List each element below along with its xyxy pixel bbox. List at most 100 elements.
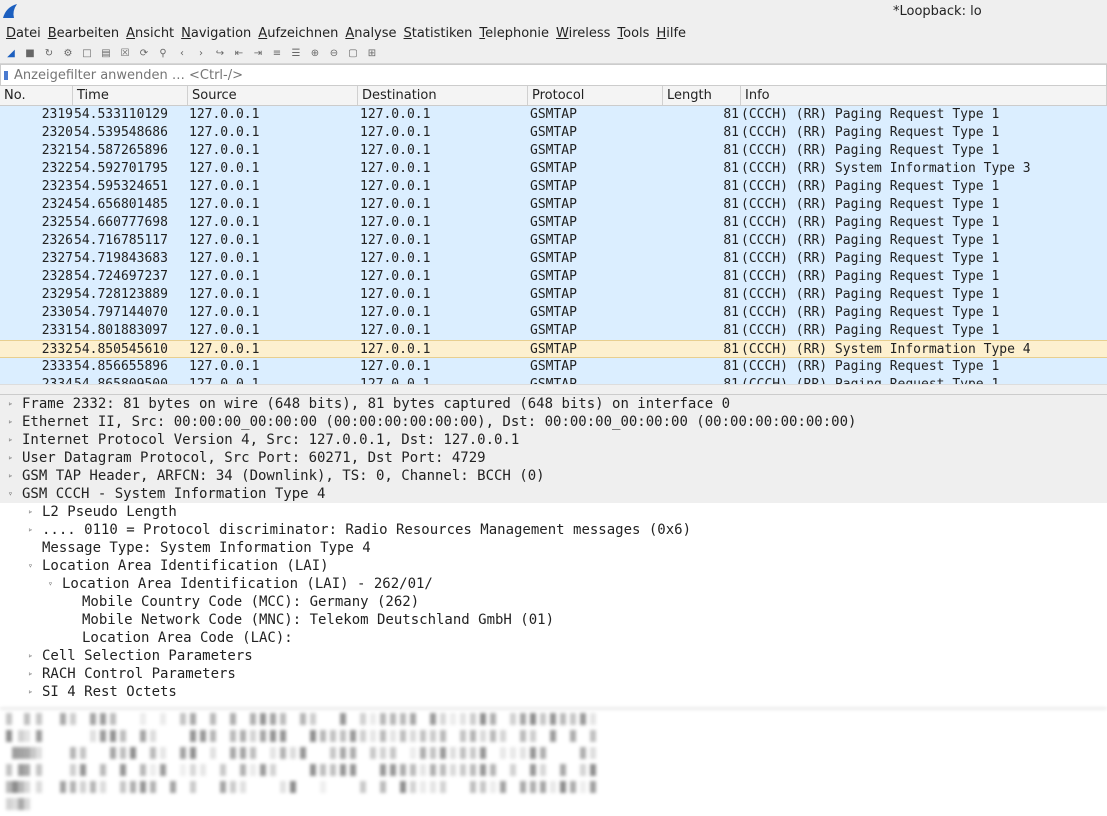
detail-item[interactable]: ▹ Internet Protocol Version 4, Src: 127.0… [0, 431, 1107, 449]
packet-row[interactable]: 2327 54.719843683 127.0.0.1 127.0.0.1 GSMTAP… [0, 250, 1107, 268]
detail-item[interactable]: ▿ Location Area Identification (LAI) - 26… [0, 575, 1107, 593]
expand-arrow-down-icon[interactable]: ▿ [8, 485, 13, 503]
expand-arrow-down-icon[interactable]: ▿ [48, 575, 53, 593]
close-file-icon[interactable]: ☒ [118, 47, 132, 61]
packet-row[interactable]: 2333 54.856655896 127.0.0.1 127.0.0.1 GSMTAP… [0, 358, 1107, 376]
menu-navigation[interactable]: Navigation [181, 24, 251, 44]
menu-analyse[interactable]: Analyse [345, 24, 396, 44]
packet-row[interactable]: 2325 54.660777698 127.0.0.1 127.0.0.1 GSMTAP… [0, 214, 1107, 232]
zoom-out-icon[interactable]: ⊖ [327, 47, 341, 61]
save-icon[interactable]: ▤ [99, 47, 113, 61]
column-header-source[interactable]: Source [188, 86, 358, 105]
packet-row[interactable]: 2323 54.595324651 127.0.0.1 127.0.0.1 GSMTAP… [0, 178, 1107, 196]
packet-row[interactable]: 2328 54.724697237 127.0.0.1 127.0.0.1 GSMTAP… [0, 268, 1107, 286]
restart-capture-icon[interactable]: ↻ [42, 47, 56, 61]
autoscroll-icon[interactable]: ≡ [270, 47, 284, 61]
menu-statistiken[interactable]: Statistiken [404, 24, 473, 44]
last-icon[interactable]: ⇥ [251, 47, 265, 61]
detail-item[interactable]: ▹ User Datagram Protocol, Src Port: 60271… [0, 449, 1107, 467]
open-icon[interactable]: □ [80, 47, 94, 61]
find-icon[interactable]: ⚲ [156, 47, 170, 61]
expand-arrow-right-icon[interactable]: ▹ [28, 521, 33, 539]
hex-byte-blurred [530, 747, 536, 759]
detail-item[interactable]: Mobile Country Code (MCC): Germany (262) [0, 593, 1107, 611]
column-header-length[interactable]: Length [663, 86, 741, 105]
packet-row[interactable]: 2332 54.850545610 127.0.0.1 127.0.0.1 GSMTAP… [0, 340, 1107, 358]
detail-item[interactable]: Message Type: System Information Type 4 [0, 539, 1107, 557]
zoom-in-icon[interactable]: ⊕ [308, 47, 322, 61]
capture-options-icon[interactable]: ⚙ [61, 47, 75, 61]
expand-arrow-right-icon[interactable]: ▹ [8, 395, 13, 413]
detail-item[interactable]: ▹ RACH Control Parameters [0, 665, 1107, 683]
expand-arrow-down-icon[interactable]: ▿ [28, 557, 33, 575]
menu-bearbeiten[interactable]: Bearbeiten [48, 24, 119, 44]
expand-arrow-right-icon[interactable]: ▹ [28, 683, 33, 701]
expand-arrow-right-icon[interactable]: ▹ [28, 503, 33, 521]
menu-ansicht[interactable]: Ansicht [126, 24, 174, 44]
detail-item[interactable]: ▹ Ethernet II, Src: 00:00:00_00:00:00 (00… [0, 413, 1107, 431]
packet-row[interactable]: 233454.865809500127.0.0.1127.0.0.1GSMTAP… [0, 376, 1107, 384]
hex-byte-blurred [480, 747, 486, 759]
pane-splitter[interactable] [0, 384, 1107, 394]
detail-item[interactable]: ▹ Frame 2332: 81 bytes on wire (648 bits)… [0, 395, 1107, 413]
cell-destination: 127.0.0.1 [360, 269, 431, 284]
menu-telephonie[interactable]: Telephonie [479, 24, 549, 44]
packet-bytes-pane[interactable] [0, 708, 1107, 816]
stop-capture-icon[interactable]: ■ [23, 47, 37, 61]
detail-item[interactable]: Mobile Network Code (MNC): Telekom Deuts… [0, 611, 1107, 629]
hex-byte-blurred [60, 781, 66, 793]
hex-byte-blurred [140, 713, 146, 725]
expand-arrow-right-icon[interactable]: ▹ [8, 431, 13, 449]
hex-byte-blurred [460, 713, 466, 725]
detail-item[interactable]: ▹ SI 4 Rest Octets [0, 683, 1107, 701]
menu-hilfe[interactable]: Hilfe [656, 24, 686, 44]
colorize-icon[interactable]: ☰ [289, 47, 303, 61]
cell-destination: 127.0.0.1 [360, 161, 431, 176]
back-icon[interactable]: ‹ [175, 47, 189, 61]
packet-details-tree[interactable]: ▹ Frame 2332: 81 bytes on wire (648 bits)… [0, 394, 1107, 706]
column-header-no[interactable]: No. [0, 86, 73, 105]
column-header-protocol[interactable]: Protocol [528, 86, 663, 105]
expand-arrow-right-icon[interactable]: ▹ [8, 467, 13, 485]
column-header-info[interactable]: Info [741, 86, 1107, 105]
menu-datei[interactable]: Datei [6, 24, 41, 44]
detail-item[interactable]: ▿ GSM CCCH - System Information Type 4 [0, 485, 1107, 503]
expand-arrow-right-icon[interactable]: ▹ [28, 647, 33, 665]
menu-aufzeichnen[interactable]: Aufzeichnen [258, 24, 338, 44]
menu-tools[interactable]: Tools [617, 24, 649, 44]
expand-arrow-right-icon[interactable]: ▹ [8, 449, 13, 467]
start-capture-icon[interactable]: ◢ [4, 47, 18, 61]
packet-row[interactable]: 2321 54.587265896 127.0.0.1 127.0.0.1 GSMTAP… [0, 142, 1107, 160]
packet-list[interactable]: 2319 54.533110129 127.0.0.1 127.0.0.1 GSMTAP… [0, 106, 1107, 384]
display-filter-input[interactable] [14, 67, 1014, 83]
packet-row[interactable]: 2330 54.797144070 127.0.0.1 127.0.0.1 GSMTAP… [0, 304, 1107, 322]
detail-item[interactable]: ▹ .... 0110 = Protocol discriminator: Rad… [0, 521, 1107, 539]
detail-item[interactable]: ▹ GSM TAP Header, ARFCN: 34 (Downlink), T… [0, 467, 1107, 485]
column-header-time[interactable]: Time [73, 86, 188, 105]
goto-icon[interactable]: ↪ [213, 47, 227, 61]
detail-text: Internet Protocol Version 4, Src: 127.0.… [22, 432, 520, 448]
column-header-destination[interactable]: Destination [358, 86, 528, 105]
detail-item[interactable]: ▹ Cell Selection Parameters [0, 647, 1107, 665]
normal-size-icon[interactable]: ▢ [346, 47, 360, 61]
packet-row[interactable]: 2326 54.716785117 127.0.0.1 127.0.0.1 GSMTAP… [0, 232, 1107, 250]
menu-wireless[interactable]: Wireless [556, 24, 610, 44]
resize-columns-icon[interactable]: ⊞ [365, 47, 379, 61]
cell-time: 54.724697237 [74, 269, 168, 284]
detail-item[interactable]: ▿ Location Area Identification (LAI) [0, 557, 1107, 575]
detail-item[interactable]: Location Area Code (LAC): [0, 629, 1107, 647]
packet-row[interactable]: 2319 54.533110129 127.0.0.1 127.0.0.1 GSMTAP… [0, 106, 1107, 124]
packet-row[interactable]: 2322 54.592701795 127.0.0.1 127.0.0.1 GSMTAP… [0, 160, 1107, 178]
bookmark-icon[interactable] [4, 70, 8, 80]
expand-arrow-right-icon[interactable]: ▹ [28, 665, 33, 683]
expand-arrow-right-icon[interactable]: ▹ [8, 413, 13, 431]
packet-row[interactable]: 2324 54.656801485 127.0.0.1 127.0.0.1 GSMTAP… [0, 196, 1107, 214]
packet-row[interactable]: 2320 54.539548686 127.0.0.1 127.0.0.1 GSMTAP… [0, 124, 1107, 142]
packet-row[interactable]: 2331 54.801883097 127.0.0.1 127.0.0.1 GSMTAP… [0, 322, 1107, 340]
forward-icon[interactable]: › [194, 47, 208, 61]
reload-icon[interactable]: ⟳ [137, 47, 151, 61]
hex-byte-blurred [280, 747, 286, 759]
packet-row[interactable]: 2329 54.728123889 127.0.0.1 127.0.0.1 GSMTAP… [0, 286, 1107, 304]
first-icon[interactable]: ⇤ [232, 47, 246, 61]
detail-item[interactable]: ▹ L2 Pseudo Length [0, 503, 1107, 521]
